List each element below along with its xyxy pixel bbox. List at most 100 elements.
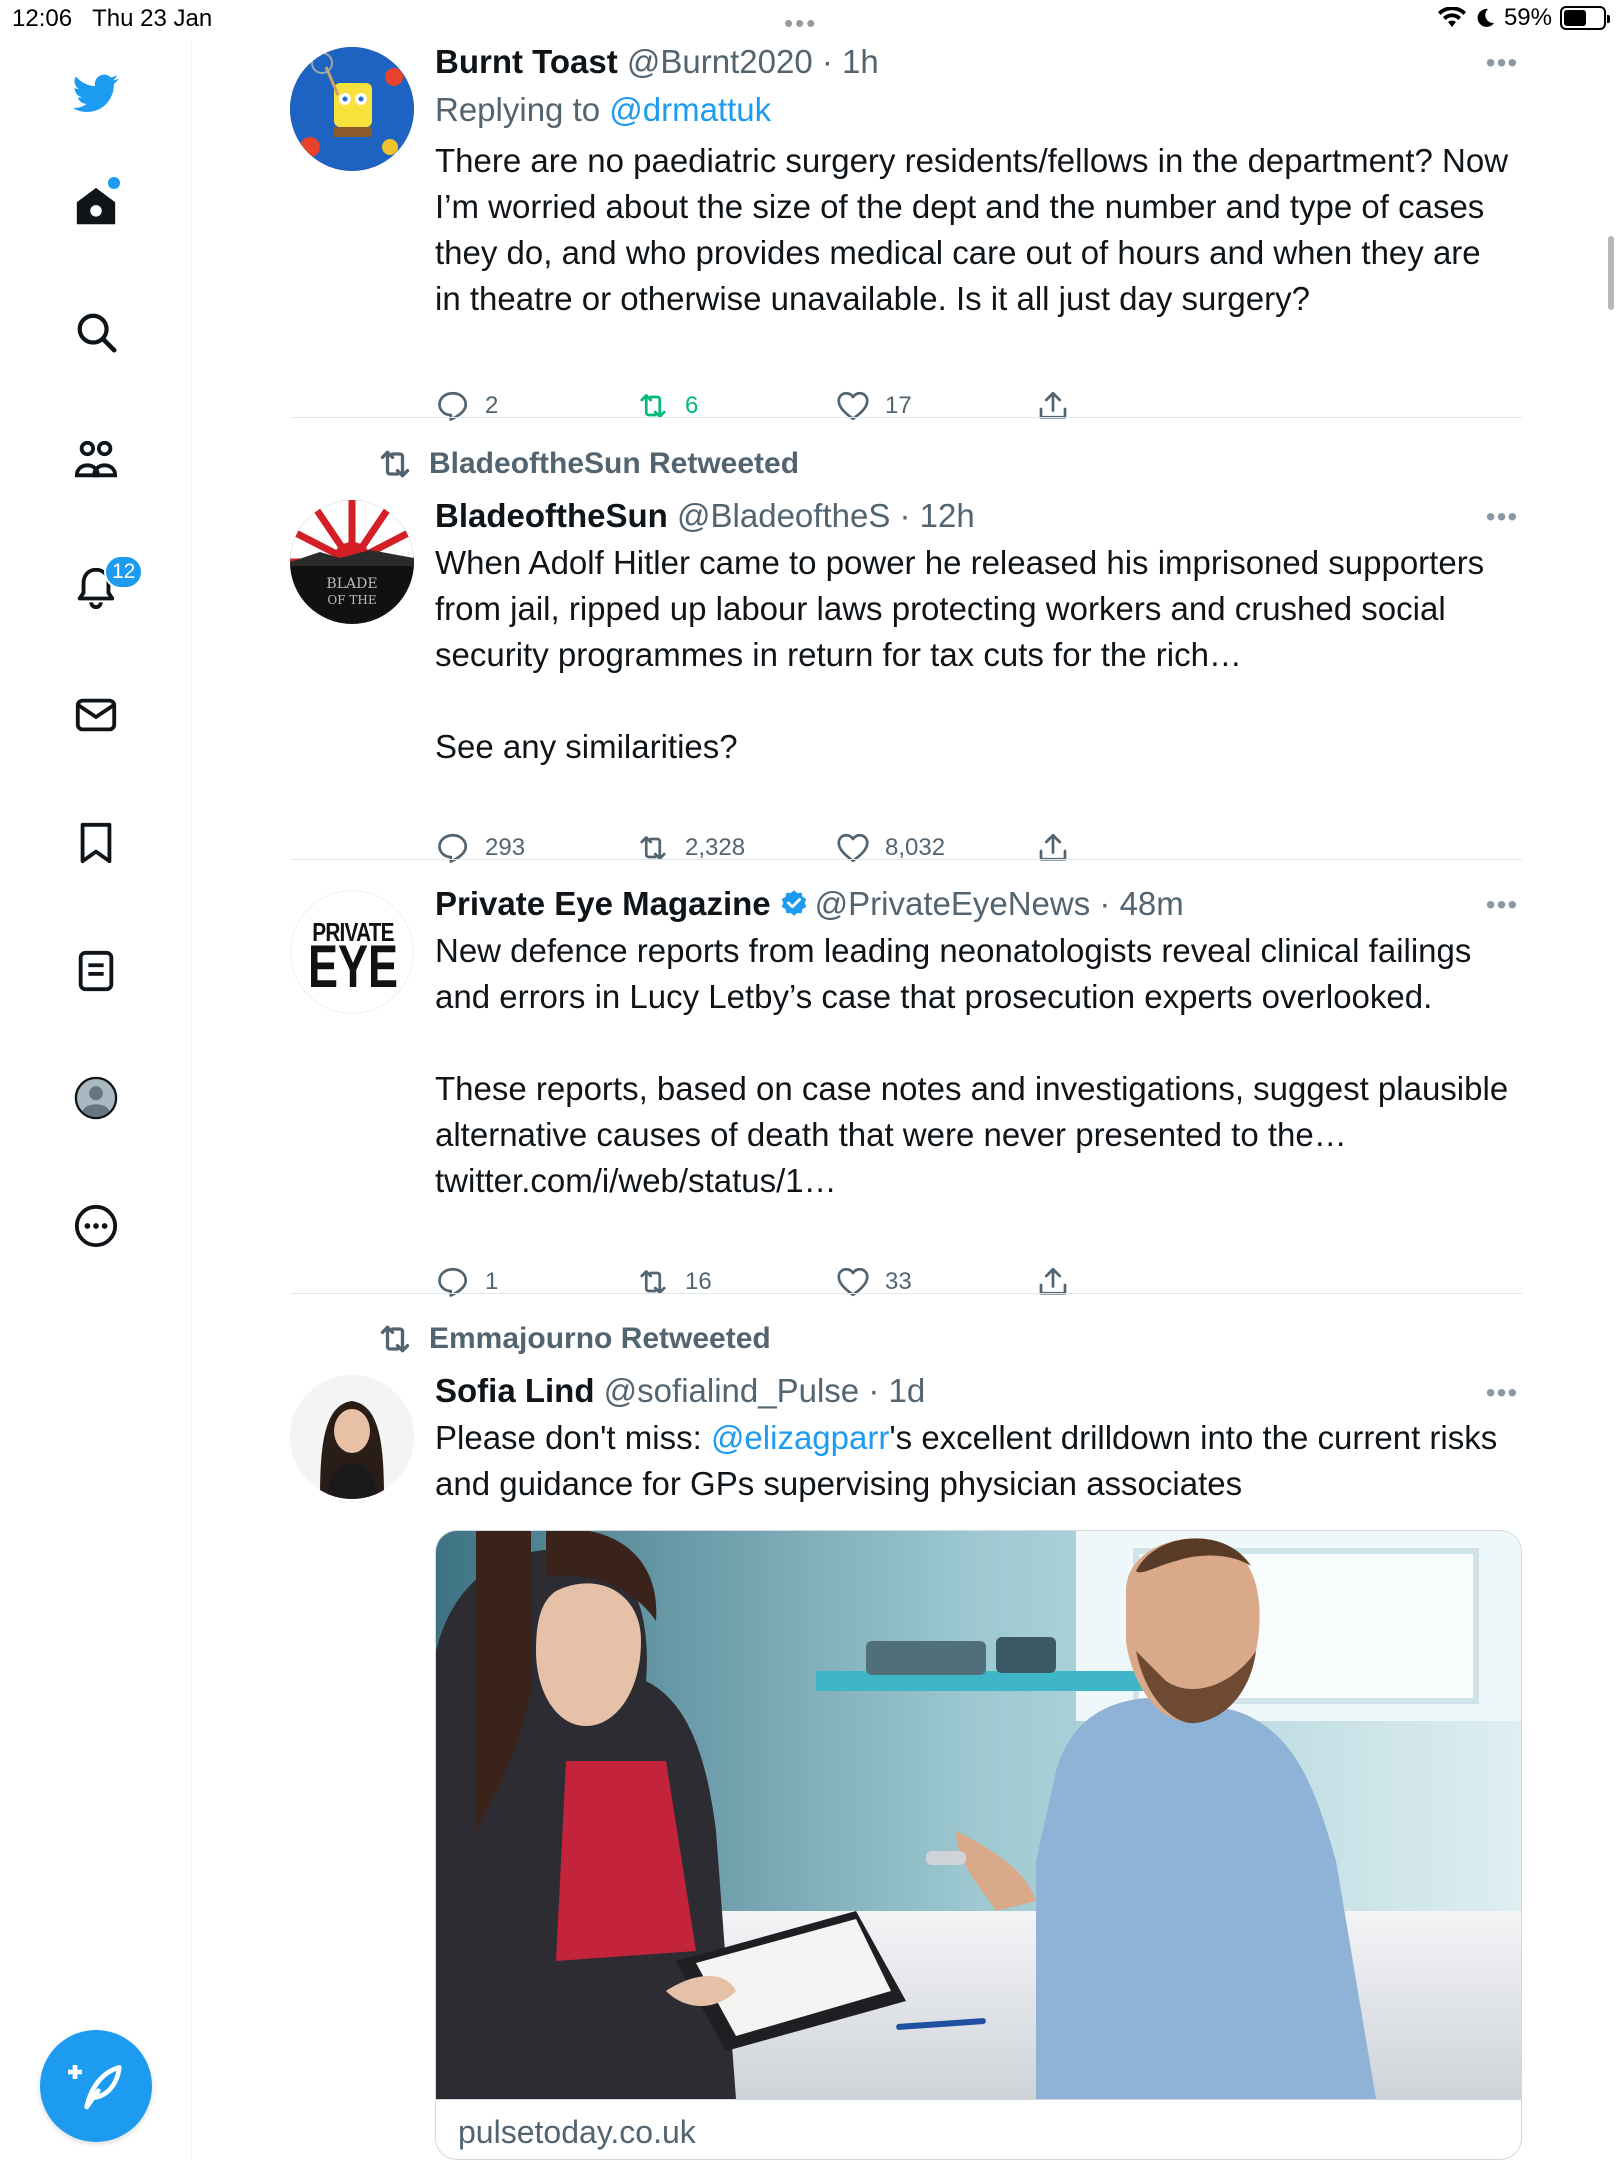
like-button[interactable]: 17 (835, 388, 912, 424)
svg-text:BLADE: BLADE (326, 576, 377, 592)
tweet-text: Please don't miss: @elizagparr's excelle… (435, 1415, 1522, 1507)
sponge-avatar-icon (290, 47, 414, 171)
reply-icon (438, 391, 468, 421)
sidebar-item-lists[interactable] (60, 935, 132, 1007)
battery-icon (1560, 6, 1610, 30)
retweet-button[interactable]: 16 (635, 1264, 712, 1300)
compose-tweet-button[interactable] (40, 2030, 152, 2142)
retweeted-by-text[interactable]: Emmajourno Retweeted (429, 1322, 771, 1356)
reply-count: 1 (485, 1268, 499, 1295)
wifi-icon (1437, 7, 1466, 27)
share-icon (1039, 391, 1067, 419)
reply-button[interactable]: 1 (435, 1264, 498, 1300)
doctor-consultation-image (436, 1531, 1521, 2099)
tweet-time[interactable]: · 48m (1099, 885, 1183, 922)
reply-button[interactable]: 2 (435, 388, 498, 424)
share-button[interactable] (1035, 830, 1071, 866)
retweet-button[interactable]: 2,328 (635, 830, 745, 866)
author-name[interactable]: BladeoftheSun (435, 497, 668, 534)
retweet-button[interactable]: 6 (635, 388, 698, 424)
reply-count: 293 (485, 834, 526, 861)
share-button[interactable] (1035, 1264, 1071, 1300)
avatar[interactable] (290, 1375, 414, 1499)
tweet-text-prefix: Please don't miss: (435, 1419, 711, 1456)
battery-percent: 59% (1503, 4, 1552, 31)
profile-icon (74, 1076, 118, 1120)
reply-button[interactable]: 293 (435, 830, 525, 866)
retweet-icon (380, 1325, 410, 1353)
battery-level (1564, 10, 1587, 26)
author-handle[interactable]: @BladeoftheS (677, 497, 890, 534)
share-button[interactable] (1035, 388, 1071, 424)
status-time: 12:06 Thu 23 Jan (12, 5, 212, 33)
tweet-body: Private Eye Magazine @PrivateEyeNews · 48… (435, 882, 1522, 1204)
heart-icon (837, 833, 869, 863)
messages-icon (75, 698, 117, 732)
tweet-mention[interactable]: @elizagparr (711, 1419, 889, 1456)
sidebar-item-communities[interactable] (60, 424, 132, 496)
sidebar-item-notifications[interactable]: 12 (60, 551, 144, 623)
tweet-header: BladeoftheSun @BladeoftheS · 12h (435, 494, 1522, 538)
retweeted-by-text[interactable]: BladeoftheSun Retweeted (429, 447, 799, 481)
more-options-icon[interactable]: ••• (1482, 503, 1522, 532)
heart-icon (837, 391, 869, 421)
tweet-actions: 2 6 17 (435, 388, 1115, 428)
avatar[interactable]: PRIVATE EYE (290, 890, 414, 1014)
retweeted-by-label: BladeoftheSun Retweeted (375, 444, 799, 484)
more-options-icon[interactable]: ••• (1482, 891, 1522, 920)
sidebar-item-profile[interactable] (60, 1062, 132, 1134)
tweet-time[interactable]: · 1d (868, 1372, 925, 1409)
home-icon (76, 187, 116, 225)
author-handle[interactable]: @Burnt2020 (627, 43, 813, 80)
retweeted-by-label: Emmajourno Retweeted (375, 1319, 771, 1359)
replying-to: Replying to @drmattuk (435, 88, 1522, 132)
sidebar: 12 (0, 40, 192, 2160)
portrait-avatar-icon (290, 1375, 414, 1499)
clock-date: Thu 23 Jan (92, 5, 213, 32)
more-options-icon[interactable]: ••• (1482, 1379, 1522, 1408)
author-handle[interactable]: @PrivateEyeNews (815, 885, 1091, 922)
tweet-time[interactable]: · 1h (822, 43, 879, 80)
compose-icon (68, 2065, 122, 2110)
sidebar-item-search[interactable] (60, 296, 132, 368)
share-icon (1039, 1267, 1067, 1295)
tweet-text: When Adolf Hitler came to power he relea… (435, 544, 1485, 765)
author-handle[interactable]: @sofialind_Pulse (604, 1372, 859, 1409)
retweet-icon (640, 1270, 666, 1294)
reply-icon (438, 833, 468, 863)
more-options-icon[interactable]: ••• (1482, 49, 1522, 78)
tweet-link[interactable]: twitter.com/i/web/status/1… (435, 1158, 1522, 1204)
avatar[interactable] (290, 47, 414, 171)
author-name[interactable]: Burnt Toast (435, 43, 618, 80)
author-name[interactable]: Sofia Lind (435, 1372, 595, 1409)
link-card[interactable]: pulsetoday.co.uk (435, 1530, 1522, 2160)
heart-icon (837, 1267, 869, 1297)
replying-to-mention[interactable]: @drmattuk (609, 91, 771, 128)
twitter-logo[interactable] (60, 57, 132, 129)
sidebar-item-home[interactable] (60, 171, 132, 243)
author-name[interactable]: Private Eye Magazine (435, 885, 771, 922)
lists-icon (78, 950, 114, 992)
link-card-domain[interactable]: pulsetoday.co.uk (436, 2099, 1521, 2159)
sidebar-item-bookmarks[interactable] (60, 807, 132, 879)
tweet-divider (290, 417, 1522, 418)
like-button[interactable]: 8,032 (835, 830, 945, 866)
notification-badge: 12 (104, 555, 144, 589)
scrollbar[interactable] (1608, 236, 1614, 310)
multitask-dots-icon[interactable]: ••• (784, 8, 817, 39)
sidebar-item-messages[interactable] (60, 679, 132, 751)
retweet-icon (640, 836, 666, 860)
replying-to-label: Replying to (435, 91, 610, 128)
status-bar: 12:06 Thu 23 Jan ••• 59% (0, 0, 1620, 40)
clock-time: 12:06 (12, 5, 73, 32)
like-button[interactable]: 33 (835, 1264, 912, 1300)
search-icon (77, 313, 117, 353)
avatar[interactable]: BLADE OF THE (290, 500, 414, 624)
retweet-count: 6 (685, 392, 699, 419)
retweet-icon (640, 394, 666, 418)
tweet-time[interactable]: · 12h (900, 497, 975, 534)
sidebar-item-more[interactable] (60, 1190, 132, 1262)
tweet-text: New defence reports from leading neonato… (435, 932, 1509, 1153)
share-icon (1039, 833, 1067, 861)
tweet-header: Sofia Lind @sofialind_Pulse · 1d (435, 1369, 1522, 1413)
